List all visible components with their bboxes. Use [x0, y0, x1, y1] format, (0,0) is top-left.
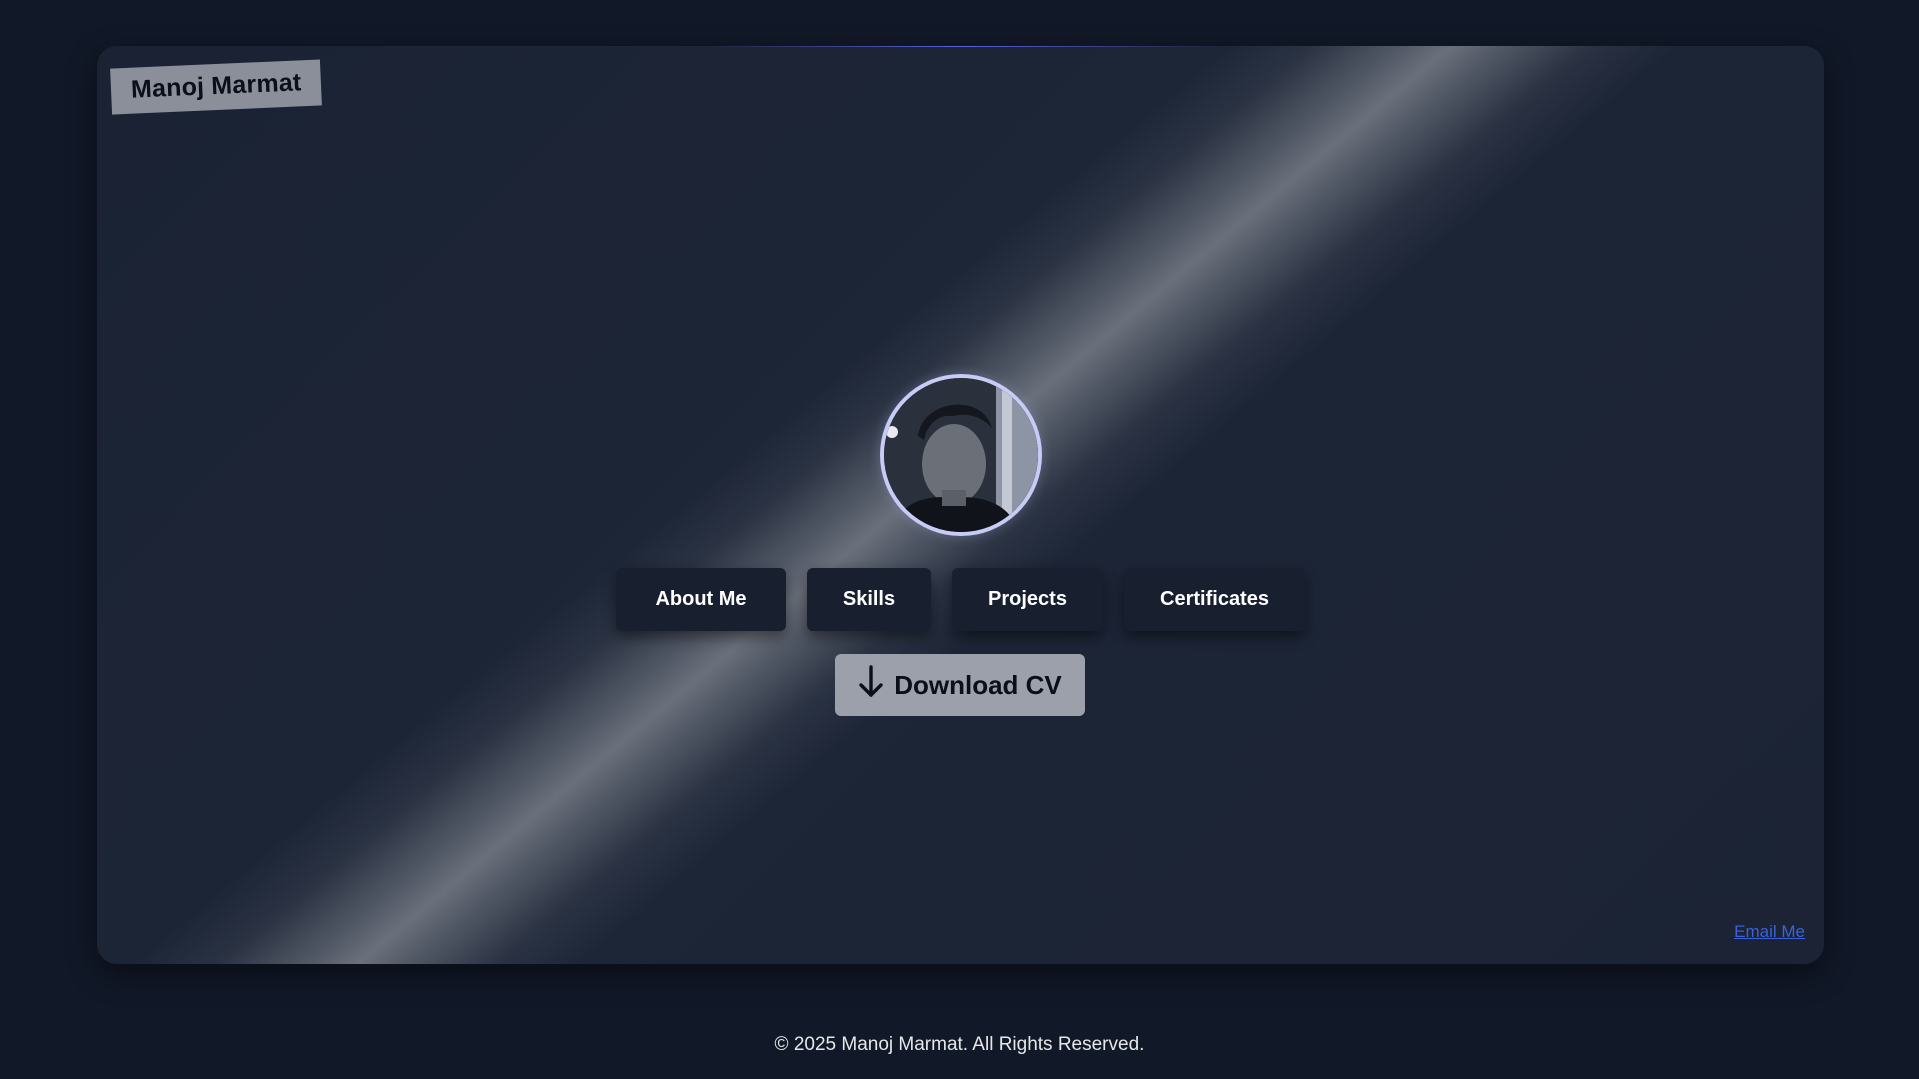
- main-nav: About Me Skills Projects Certificates: [97, 568, 1824, 631]
- brand-name[interactable]: Manoj Marmat: [110, 59, 323, 115]
- arrow-down-icon: [858, 665, 884, 699]
- nav-skills-button[interactable]: Skills: [807, 568, 931, 631]
- profile-avatar: [880, 374, 1042, 536]
- nav-certificates-button[interactable]: Certificates: [1124, 568, 1305, 631]
- download-cv-button[interactable]: Download CV: [835, 654, 1085, 716]
- download-cv-label: Download CV: [894, 669, 1062, 700]
- person-portrait-icon: [884, 378, 1038, 532]
- nav-projects-button[interactable]: Projects: [952, 568, 1103, 631]
- footer-copyright: © 2025 Manoj Marmat. All Rights Reserved…: [774, 1034, 1145, 1055]
- hero-card: Manoj Marmat About Me Skills Projects Ce…: [97, 46, 1824, 964]
- email-me-link[interactable]: Email Me: [1734, 922, 1805, 942]
- nav-about-me-button[interactable]: About Me: [616, 568, 786, 631]
